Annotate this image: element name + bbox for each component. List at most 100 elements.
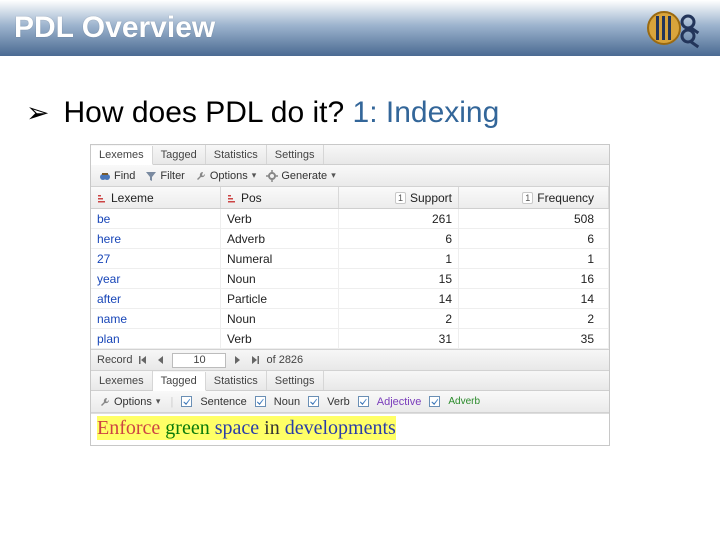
nav-label: Record — [97, 354, 132, 366]
filter-options-button[interactable]: Options▾ — [97, 396, 162, 408]
col-label: Support — [410, 191, 452, 205]
word-particle[interactable]: in — [264, 417, 280, 439]
table-row[interactable]: afterParticle1414 — [91, 289, 609, 309]
tab2-tagged[interactable]: Tagged — [153, 372, 206, 391]
sort-icon — [227, 193, 237, 203]
word-noun[interactable]: developments — [285, 417, 396, 439]
tab2-statistics[interactable]: Statistics — [206, 371, 267, 390]
tab-lexemes[interactable]: Lexemes — [91, 146, 153, 165]
tab-label: Settings — [275, 375, 315, 387]
cell-pos: Particle — [221, 289, 339, 308]
cell-pos: Adverb — [221, 229, 339, 248]
tool-label: Filter — [160, 170, 184, 182]
sort-icon — [97, 193, 107, 203]
nav-last-button[interactable] — [248, 353, 262, 367]
cell-support: 15 — [339, 269, 459, 288]
cell-frequency: 6 — [459, 229, 609, 248]
checkbox-sentence[interactable] — [181, 396, 192, 407]
nav-current-input[interactable]: 10 — [172, 353, 226, 368]
tab-label: Settings — [275, 149, 315, 161]
nav-first-button[interactable] — [136, 353, 150, 367]
word-adjective[interactable]: green — [165, 417, 209, 439]
tagged-sentence: Enforce green space in developments — [97, 416, 396, 440]
nav-prev-button[interactable] — [154, 353, 168, 367]
checkbox-adverb[interactable] — [429, 396, 440, 407]
table-row[interactable]: yearNoun1516 — [91, 269, 609, 289]
cell-frequency: 16 — [459, 269, 609, 288]
checkbox-adjective[interactable] — [358, 396, 369, 407]
word-noun[interactable]: space — [215, 417, 259, 439]
funnel-icon — [145, 170, 157, 182]
sentence-pane: Enforce green space in developments — [91, 413, 609, 445]
col-frequency[interactable]: 1 Frequency — [459, 187, 609, 208]
gear-icon — [266, 170, 278, 182]
options-button[interactable]: Options▾ — [193, 170, 258, 182]
find-button[interactable]: Find — [97, 170, 137, 182]
table-row[interactable]: nameNoun22 — [91, 309, 609, 329]
app-frame: Lexemes Tagged Statistics Settings Find … — [90, 144, 610, 446]
cell-lexeme: be — [91, 209, 221, 228]
tab2-lexemes[interactable]: Lexemes — [91, 371, 153, 390]
cell-pos: Noun — [221, 269, 339, 288]
generate-button[interactable]: Generate▾ — [264, 170, 337, 182]
slide-body: ➢ How does PDL do it? 1: Indexing Lexeme… — [0, 56, 720, 446]
cell-lexeme: plan — [91, 329, 221, 348]
cell-lexeme: year — [91, 269, 221, 288]
cell-frequency: 1 — [459, 249, 609, 268]
tab-statistics[interactable]: Statistics — [206, 145, 267, 164]
table-row[interactable]: 27Numeral11 — [91, 249, 609, 269]
word-verb[interactable]: Enforce — [97, 417, 160, 439]
binoculars-icon — [99, 170, 111, 182]
cell-frequency: 14 — [459, 289, 609, 308]
cell-support: 1 — [339, 249, 459, 268]
checkbox-noun[interactable] — [255, 396, 266, 407]
nav-next-button[interactable] — [230, 353, 244, 367]
cell-support: 6 — [339, 229, 459, 248]
cell-pos: Verb — [221, 209, 339, 228]
tab-settings[interactable]: Settings — [267, 145, 324, 164]
tab-label: Statistics — [214, 375, 258, 387]
cell-lexeme: 27 — [91, 249, 221, 268]
tabs-upper: Lexemes Tagged Statistics Settings — [91, 145, 609, 165]
filter-verb-label: Verb — [327, 396, 350, 408]
cell-support: 2 — [339, 309, 459, 328]
table-row[interactable]: beVerb261508 — [91, 209, 609, 229]
tabs-lower: Lexemes Tagged Statistics Settings — [91, 371, 609, 391]
col-pos[interactable]: Pos — [221, 187, 339, 208]
slide-header: PDL Overview — [0, 0, 720, 56]
col-label: Lexeme — [111, 191, 154, 205]
logo-icon — [636, 6, 706, 50]
tab-tagged[interactable]: Tagged — [153, 145, 206, 164]
bullet-text: How does PDL do it? — [63, 96, 352, 129]
filter-noun-label: Noun — [274, 396, 300, 408]
filter-sentence-label: Sentence — [200, 396, 246, 408]
cell-lexeme: name — [91, 309, 221, 328]
tab2-settings[interactable]: Settings — [267, 371, 324, 390]
filter-button[interactable]: Filter — [143, 170, 186, 182]
col-count: 1 — [522, 192, 533, 204]
col-support[interactable]: 1 Support — [339, 187, 459, 208]
cell-lexeme: here — [91, 229, 221, 248]
grid-body: beVerb261508 hereAdverb66 27Numeral11 ye… — [91, 209, 609, 349]
table-row[interactable]: planVerb3135 — [91, 329, 609, 349]
chevron-down-icon: ▾ — [331, 170, 336, 181]
col-count: 1 — [395, 192, 406, 204]
tool-label: Options — [210, 170, 248, 182]
filter-bar: Options▾ | Sentence Noun Verb Adjective … — [91, 391, 609, 413]
wrench-icon — [195, 170, 207, 182]
checkbox-verb[interactable] — [308, 396, 319, 407]
bullet-link: 1: Indexing — [353, 96, 500, 129]
cell-frequency: 35 — [459, 329, 609, 348]
chevron-down-icon: ▾ — [156, 396, 161, 407]
table-row[interactable]: hereAdverb66 — [91, 229, 609, 249]
tab-label: Lexemes — [99, 149, 144, 161]
cell-support: 261 — [339, 209, 459, 228]
cell-support: 31 — [339, 329, 459, 348]
tab-label: Tagged — [161, 149, 197, 161]
col-lexeme[interactable]: Lexeme — [91, 187, 221, 208]
col-label: Pos — [241, 191, 262, 205]
slide-title: PDL Overview — [14, 11, 215, 45]
grid-header: Lexeme Pos 1 Support 1 Frequency — [91, 187, 609, 209]
tab-label: Statistics — [214, 149, 258, 161]
cell-frequency: 2 — [459, 309, 609, 328]
